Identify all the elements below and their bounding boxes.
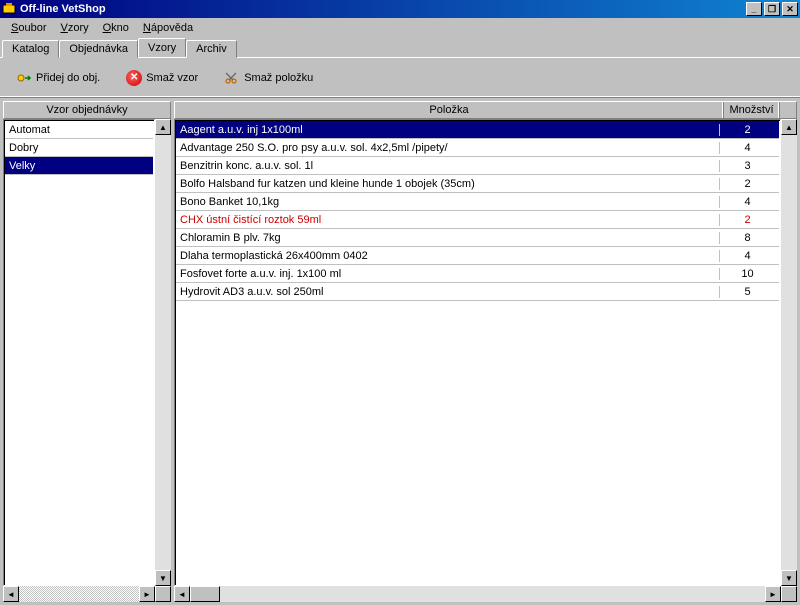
window-title: Off-line VetShop [20, 3, 744, 15]
item-qty: 4 [719, 196, 775, 208]
item-qty: 8 [719, 232, 775, 244]
tab-vzory[interactable]: Vzory [138, 38, 186, 57]
template-listbox[interactable]: AutomatDobryVelky [3, 119, 155, 586]
tab-archiv[interactable]: Archiv [186, 40, 237, 58]
template-row[interactable]: Automat [5, 121, 153, 139]
item-qty: 2 [719, 178, 775, 190]
maximize-button[interactable]: ❐ [764, 2, 780, 16]
item-row[interactable]: Benzitrin konc. a.u.v. sol. 1l3 [176, 157, 779, 175]
item-name: Aagent a.u.v. inj 1x100ml [180, 124, 719, 136]
scroll-up-icon[interactable]: ▲ [781, 119, 797, 135]
scroll-up-icon[interactable]: ▲ [155, 119, 171, 135]
delete-template-button[interactable]: ✕ Smaž vzor [120, 67, 204, 89]
delete-icon: ✕ [126, 70, 142, 86]
menu-bar: Soubor Vzory Okno Nápověda [0, 18, 800, 37]
item-name: Hydrovit AD3 a.u.v. sol 250ml [180, 286, 719, 298]
item-name: CHX ústní čistící roztok 59ml [180, 214, 719, 226]
item-qty: 5 [719, 286, 775, 298]
item-name: Bolfo Halsband fur katzen und kleine hun… [180, 178, 719, 190]
item-listbox[interactable]: Aagent a.u.v. inj 1x100ml2Advantage 250 … [174, 119, 781, 586]
item-qty: 10 [719, 268, 775, 280]
menu-vzory[interactable]: Vzory [53, 20, 95, 36]
scroll-down-icon[interactable]: ▼ [781, 570, 797, 586]
item-name: Fosfovet forte a.u.v. inj. 1x100 ml [180, 268, 719, 280]
item-name: Benzitrin konc. a.u.v. sol. 1l [180, 160, 719, 172]
item-qty: 3 [719, 160, 775, 172]
scroll-down-icon[interactable]: ▼ [155, 570, 171, 586]
item-row[interactable]: Fosfovet forte a.u.v. inj. 1x100 ml10 [176, 265, 779, 283]
item-name: Dlaha termoplastická 26x400mm 0402 [180, 250, 719, 262]
item-vscroll[interactable]: ▲ ▼ [781, 119, 797, 602]
app-icon [2, 2, 16, 16]
tab-bar: Katalog Objednávka Vzory Archiv [0, 37, 800, 58]
item-row[interactable]: Hydrovit AD3 a.u.v. sol 250ml5 [176, 283, 779, 301]
item-row[interactable]: Bolfo Halsband fur katzen und kleine hun… [176, 175, 779, 193]
item-name: Chloramin B plv. 7kg [180, 232, 719, 244]
item-name: Bono Banket 10,1kg [180, 196, 719, 208]
item-row[interactable]: Aagent a.u.v. inj 1x100ml2 [176, 121, 779, 139]
template-row[interactable]: Velky [5, 157, 153, 175]
content-area: Vzor objednávky AutomatDobryVelky ◄ ► ▲ [0, 98, 800, 605]
template-list-pane: Vzor objednávky AutomatDobryVelky ◄ ► ▲ [3, 101, 171, 602]
close-button[interactable]: ✕ [782, 2, 798, 16]
scissors-icon [224, 70, 240, 86]
menu-soubor[interactable]: Soubor [4, 20, 53, 36]
item-qty: 4 [719, 250, 775, 262]
item-list-pane: Položka Množství Aagent a.u.v. inj 1x100… [174, 101, 797, 602]
delete-template-label: Smaž vzor [146, 72, 198, 84]
title-bar: Off-line VetShop _ ❐ ✕ [0, 0, 800, 18]
item-header-qty[interactable]: Množství [724, 102, 780, 118]
item-row[interactable]: Chloramin B plv. 7kg8 [176, 229, 779, 247]
add-to-order-label: Přidej do obj. [36, 72, 100, 84]
item-qty: 4 [719, 142, 775, 154]
item-header-scroll-gap [780, 102, 796, 118]
item-row[interactable]: Dlaha termoplastická 26x400mm 04024 [176, 247, 779, 265]
item-name: Advantage 250 S.O. pro psy a.u.v. sol. 4… [180, 142, 719, 154]
item-row[interactable]: CHX ústní čistící roztok 59ml2 [176, 211, 779, 229]
item-qty: 2 [719, 124, 775, 136]
template-header-cell[interactable]: Vzor objednávky [4, 102, 170, 118]
toolbar: Přidej do obj. ✕ Smaž vzor Smaž položku [0, 58, 800, 98]
add-to-order-button[interactable]: Přidej do obj. [10, 67, 106, 89]
minimize-button[interactable]: _ [746, 2, 762, 16]
delete-item-button[interactable]: Smaž položku [218, 67, 319, 89]
template-row[interactable]: Dobry [5, 139, 153, 157]
menu-napoveda[interactable]: Nápověda [136, 20, 200, 36]
item-row[interactable]: Advantage 250 S.O. pro psy a.u.v. sol. 4… [176, 139, 779, 157]
add-icon [16, 70, 32, 86]
menu-okno[interactable]: Okno [96, 20, 136, 36]
item-list-header: Položka Množství [174, 101, 797, 119]
item-row[interactable]: Bono Banket 10,1kg4 [176, 193, 779, 211]
delete-item-label: Smaž položku [244, 72, 313, 84]
template-list-header: Vzor objednávky [3, 101, 171, 119]
template-vscroll[interactable]: ▲ ▼ [155, 119, 171, 602]
tab-objednavka[interactable]: Objednávka [59, 40, 138, 58]
item-qty: 2 [719, 214, 775, 226]
item-header-name[interactable]: Položka [175, 102, 724, 118]
tab-katalog[interactable]: Katalog [2, 40, 59, 58]
